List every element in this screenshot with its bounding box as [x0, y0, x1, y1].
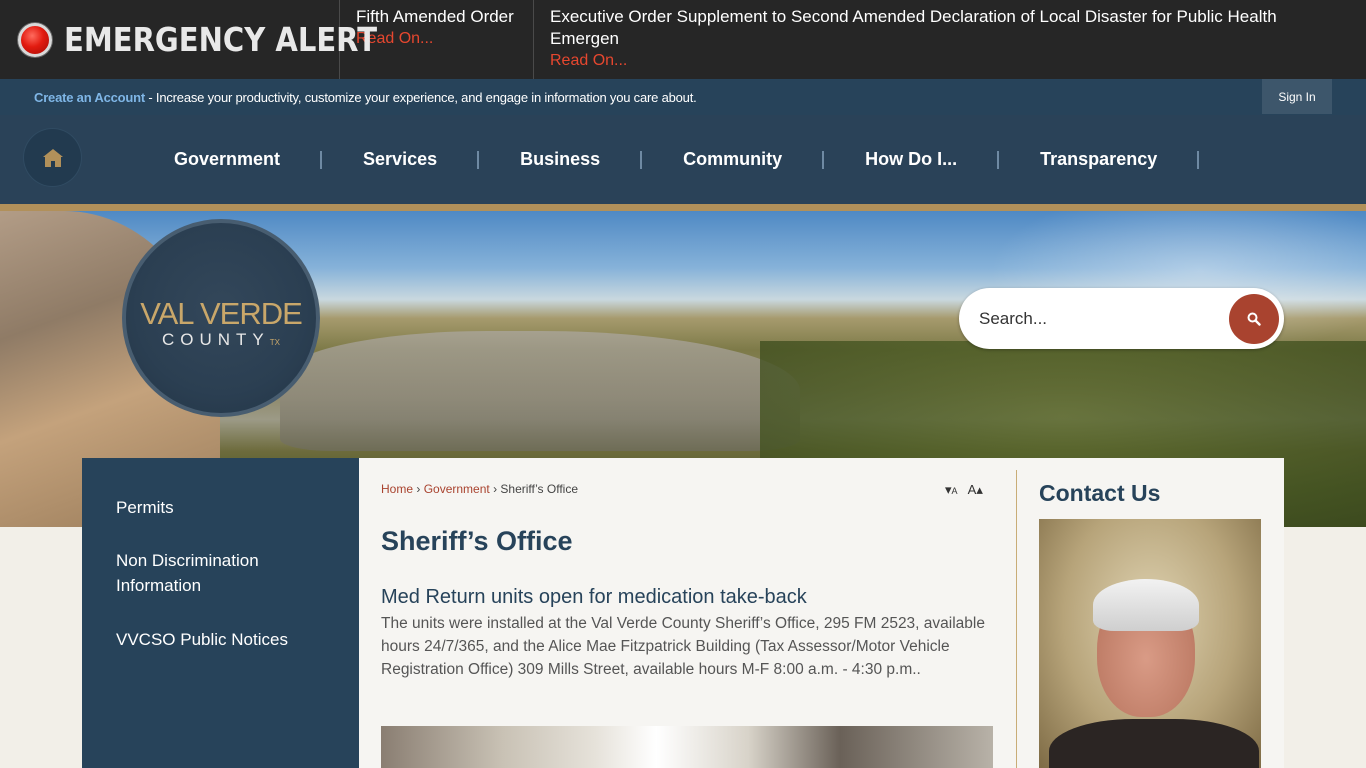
logo-text-primary: VAL VERDE — [140, 296, 303, 331]
news-body: The units were installed at the Val Verd… — [381, 615, 985, 678]
create-account-link[interactable]: Create an Account — [34, 90, 145, 105]
sidebar-item-public-notices[interactable]: VVCSO Public Notices — [116, 627, 336, 652]
hero-canyon-rock — [280, 331, 800, 451]
nav-divider — [640, 150, 643, 169]
alert-item[interactable]: Executive Order Supplement to Second Ame… — [534, 0, 1366, 79]
nav-item-business[interactable]: Business — [520, 149, 600, 170]
search-input[interactable] — [979, 288, 1219, 349]
breadcrumb-home[interactable]: Home — [381, 482, 413, 496]
nav-divider — [997, 150, 1000, 169]
decrease-text-button[interactable]: ▾A — [945, 482, 958, 497]
caret-up-icon: ▴ — [976, 482, 983, 497]
nav-divider — [822, 150, 825, 169]
main-navigation: Government Services Business Community H… — [0, 115, 1366, 204]
home-button[interactable] — [24, 129, 81, 186]
sidebar-menu: Permits Non Discrimination Information V… — [82, 458, 359, 768]
logo-state: TX — [269, 338, 280, 347]
nav-item-community[interactable]: Community — [683, 149, 782, 170]
page-title: Sheriff’s Office — [381, 526, 573, 556]
sign-in-button[interactable]: Sign In — [1262, 79, 1332, 114]
nav-divider — [1197, 150, 1200, 169]
breadcrumb: Home › Government › Sheriff’s Office — [381, 482, 578, 496]
nav-divider — [320, 150, 323, 169]
alert-label: EMERGENCY ALERT — [64, 20, 378, 59]
nav-item-how-do-i[interactable]: How Do I... — [865, 149, 957, 170]
alert-title-block: EMERGENCY ALERT — [0, 0, 377, 79]
sheriff-portrait — [1039, 519, 1261, 768]
news-photo — [381, 726, 993, 768]
account-bar: Create an Account - Increase your produc… — [0, 79, 1366, 115]
search-button[interactable] — [1229, 294, 1279, 344]
alert-read-on-link[interactable]: Read On... — [356, 28, 517, 50]
sidebar-item-permits[interactable]: Permits — [116, 495, 336, 520]
alert-light-icon — [18, 22, 52, 57]
logo-county-word: COUNTY — [161, 330, 270, 349]
home-icon — [42, 148, 63, 167]
main-content: Home › Government › Sheriff’s Office ▾A … — [359, 458, 1017, 768]
nav-gold-stripe — [0, 204, 1366, 211]
news-headline: Med Return units open for medication tak… — [381, 586, 807, 608]
portrait-hair — [1093, 579, 1199, 631]
text-resize-controls: ▾A A▴ — [945, 482, 983, 498]
account-message: Create an Account - Increase your produc… — [0, 90, 697, 105]
search-icon — [1247, 312, 1261, 326]
contact-sidebar: Contact Us — [1017, 458, 1284, 768]
increase-text-button[interactable]: A▴ — [968, 482, 983, 497]
sidebar-item-non-discrimination[interactable]: Non Discrimination Information — [116, 548, 336, 598]
nav-divider — [477, 150, 480, 169]
nav-menu: Government Services Business Community H… — [133, 115, 1200, 204]
nav-item-government[interactable]: Government — [174, 149, 280, 170]
contact-title: Contact Us — [1039, 480, 1161, 506]
emergency-alert-bar: EMERGENCY ALERT Fifth Amended Order Read… — [0, 0, 1366, 79]
decrease-text-label: A — [951, 486, 958, 496]
nav-item-transparency[interactable]: Transparency — [1040, 149, 1157, 170]
portrait-suit — [1049, 719, 1259, 768]
nav-item-services[interactable]: Services — [363, 149, 437, 170]
alert-item-title[interactable]: Executive Order Supplement to Second Ame… — [550, 6, 1350, 50]
county-logo[interactable]: VAL VERDE COUNTYTX — [122, 219, 320, 417]
breadcrumb-current: Sheriff’s Office — [500, 482, 579, 496]
breadcrumb-separator: › — [493, 482, 498, 496]
alert-item-title[interactable]: Fifth Amended Order — [356, 6, 517, 28]
account-description: - Increase your productivity, customize … — [144, 89, 697, 105]
alert-read-on-link[interactable]: Read On... — [550, 50, 1350, 72]
breadcrumb-government[interactable]: Government — [424, 482, 490, 496]
breadcrumb-separator: › — [416, 482, 421, 496]
logo-text-secondary: COUNTYTX — [162, 330, 280, 350]
